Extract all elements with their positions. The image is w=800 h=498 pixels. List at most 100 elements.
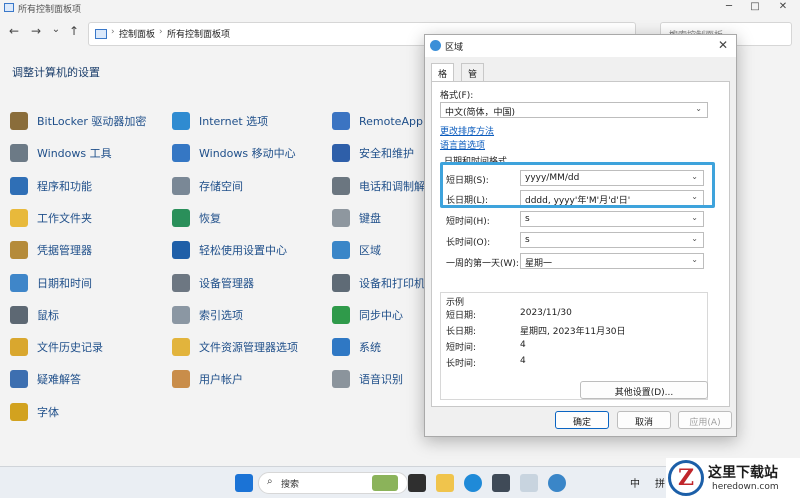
format-select[interactable]: 中文(简体，中国) ⌄ (440, 102, 708, 118)
monitor-icon (332, 338, 350, 357)
ok-button[interactable]: 确定 (555, 411, 609, 429)
task-view-icon[interactable] (408, 474, 426, 492)
storage-icon (172, 176, 190, 195)
change-sort-link[interactable]: 更改排序方法 (440, 124, 494, 137)
control-panel-item[interactable]: 设备管理器 (172, 272, 254, 294)
control-panel-item-label: 键盘 (359, 211, 381, 225)
field-select[interactable]: s ⌄ (520, 211, 704, 227)
control-panel-item[interactable]: 疑难解答 (10, 368, 81, 390)
control-panel-item[interactable]: 凭据管理器 (10, 239, 92, 261)
dialog-close-button[interactable]: ✕ (718, 38, 728, 52)
widgets-icon[interactable] (372, 475, 398, 491)
control-panel-item-label: 疑难解答 (37, 373, 81, 387)
explorer-options-icon (172, 338, 190, 357)
control-panel-item[interactable]: 程序和功能 (10, 175, 92, 197)
field-select-value: s (525, 235, 530, 245)
troubleshoot-icon (10, 370, 28, 389)
control-panel-item[interactable]: 轻松使用设置中心 (172, 239, 287, 261)
control-panel-item[interactable]: 日期和时间 (10, 272, 92, 294)
minimize-button[interactable]: ─ (718, 1, 740, 12)
watermark: Z 这里下载站 heredown.com (666, 458, 800, 498)
control-panel-item[interactable]: 同步中心 (332, 304, 403, 326)
control-panel-item-label: 系统 (359, 341, 381, 355)
control-panel-item-label: Windows 移动中心 (199, 147, 296, 161)
maximize-button[interactable]: □ (744, 1, 766, 12)
ime-mode[interactable]: 中 (630, 475, 640, 490)
breadcrumb-separator: › (159, 27, 163, 37)
example-group-label: 示例 (444, 295, 467, 308)
control-panel-item-label: Internet 选项 (199, 115, 269, 128)
example-value: 2023/11/30 (520, 308, 572, 318)
ime-pinyin[interactable]: 拼 (655, 475, 665, 490)
control-panel-item[interactable]: Windows 移动中心 (172, 142, 296, 164)
control-panel-item-label: 用户帐户 (199, 373, 243, 387)
window-titlebar: 所有控制面板项 ─ □ ✕ (0, 0, 800, 16)
file-explorer-icon[interactable] (436, 474, 454, 492)
example-label: 长时间: (446, 359, 477, 369)
control-panel-item-label: 语音识别 (359, 373, 403, 387)
control-panel-item[interactable]: 用户帐户 (172, 368, 243, 390)
other-settings-button[interactable]: 其他设置(D)... (580, 381, 708, 399)
up-button[interactable]: ↑ (66, 24, 82, 38)
field-select[interactable]: s ⌄ (520, 232, 704, 248)
recovery-icon (172, 208, 190, 227)
control-panel-item[interactable]: Windows 工具 (10, 142, 112, 164)
chevron-down-icon: ⌄ (691, 234, 698, 243)
apply-button[interactable]: 应用(A) (678, 411, 732, 429)
store-icon[interactable] (492, 474, 510, 492)
control-panel-item[interactable]: 区域 (332, 239, 381, 261)
back-button[interactable]: ← (6, 24, 22, 38)
phone-icon (332, 176, 350, 195)
tab-admin[interactable]: 管理 (461, 63, 485, 93)
recent-locations-button[interactable]: ⌄ (48, 24, 64, 35)
watermark-title: 这里下载站 (708, 465, 778, 481)
taskbar-search-label: 搜索 (281, 480, 300, 490)
font-icon (10, 402, 28, 421)
control-panel-item[interactable]: 索引选项 (172, 304, 243, 326)
control-panel-item[interactable]: 鼠标 (10, 304, 59, 326)
control-panel-item-label: 鼠标 (37, 308, 59, 322)
gear-icon (10, 144, 28, 163)
chevron-down-icon: ⌄ (691, 213, 698, 222)
breadcrumb-control-panel[interactable]: 控制面板 (119, 27, 155, 40)
breadcrumb-all-items[interactable]: 所有控制面板项 (167, 27, 230, 40)
start-icon[interactable] (235, 474, 253, 492)
internet-icon (172, 112, 190, 130)
control-panel-taskbar-icon[interactable] (520, 474, 538, 492)
printer-icon (332, 273, 350, 292)
control-panel-item-label: 文件历史记录 (37, 341, 103, 355)
control-panel-item[interactable]: 安全和维护 (332, 142, 414, 164)
field-label: 短时间(H): (446, 217, 490, 227)
example-label: 短日期: (446, 311, 477, 321)
remoteapp-icon (332, 112, 350, 130)
region-taskbar-icon[interactable] (548, 474, 566, 492)
control-panel-item-label: 存储空间 (199, 179, 243, 193)
field-select[interactable]: 星期一 ⌄ (520, 253, 704, 269)
control-panel-item-label: 电话和调制解 (359, 179, 425, 193)
control-panel-icon (4, 3, 14, 12)
forward-button[interactable]: → (28, 24, 44, 38)
control-panel-item[interactable]: 电话和调制解 (332, 175, 425, 197)
control-panel-item[interactable]: 恢复 (172, 207, 221, 229)
field-select-value: 星期一 (525, 259, 553, 269)
control-panel-item[interactable]: 键盘 (332, 207, 381, 229)
control-panel-item[interactable]: 语音识别 (332, 368, 403, 390)
control-panel-item[interactable]: RemoteApp (332, 110, 423, 132)
control-panel-item[interactable]: 工作文件夹 (10, 207, 92, 229)
control-panel-item[interactable]: 存储空间 (172, 175, 243, 197)
format-label: 格式(F): (440, 91, 474, 101)
close-button[interactable]: ✕ (772, 1, 794, 12)
control-panel-item[interactable]: 设备和打印机 (332, 272, 425, 294)
cancel-button[interactable]: 取消 (617, 411, 671, 429)
control-panel-item[interactable]: 文件历史记录 (10, 336, 103, 358)
control-panel-item[interactable]: 字体 (10, 401, 59, 423)
edge-icon[interactable] (464, 474, 482, 492)
language-preferences-link[interactable]: 语言首选项 (440, 138, 485, 151)
control-panel-item[interactable]: Internet 选项 (172, 110, 268, 132)
example-value: 星期四, 2023年11月30日 (520, 327, 626, 337)
tab-format[interactable]: 格式 (431, 63, 455, 93)
control-panel-item[interactable]: 系统 (332, 336, 381, 358)
chevron-down-icon: ⌄ (695, 104, 702, 113)
control-panel-item[interactable]: 文件资源管理器选项 (172, 336, 298, 358)
control-panel-item[interactable]: BitLocker 驱动器加密 (10, 110, 146, 132)
